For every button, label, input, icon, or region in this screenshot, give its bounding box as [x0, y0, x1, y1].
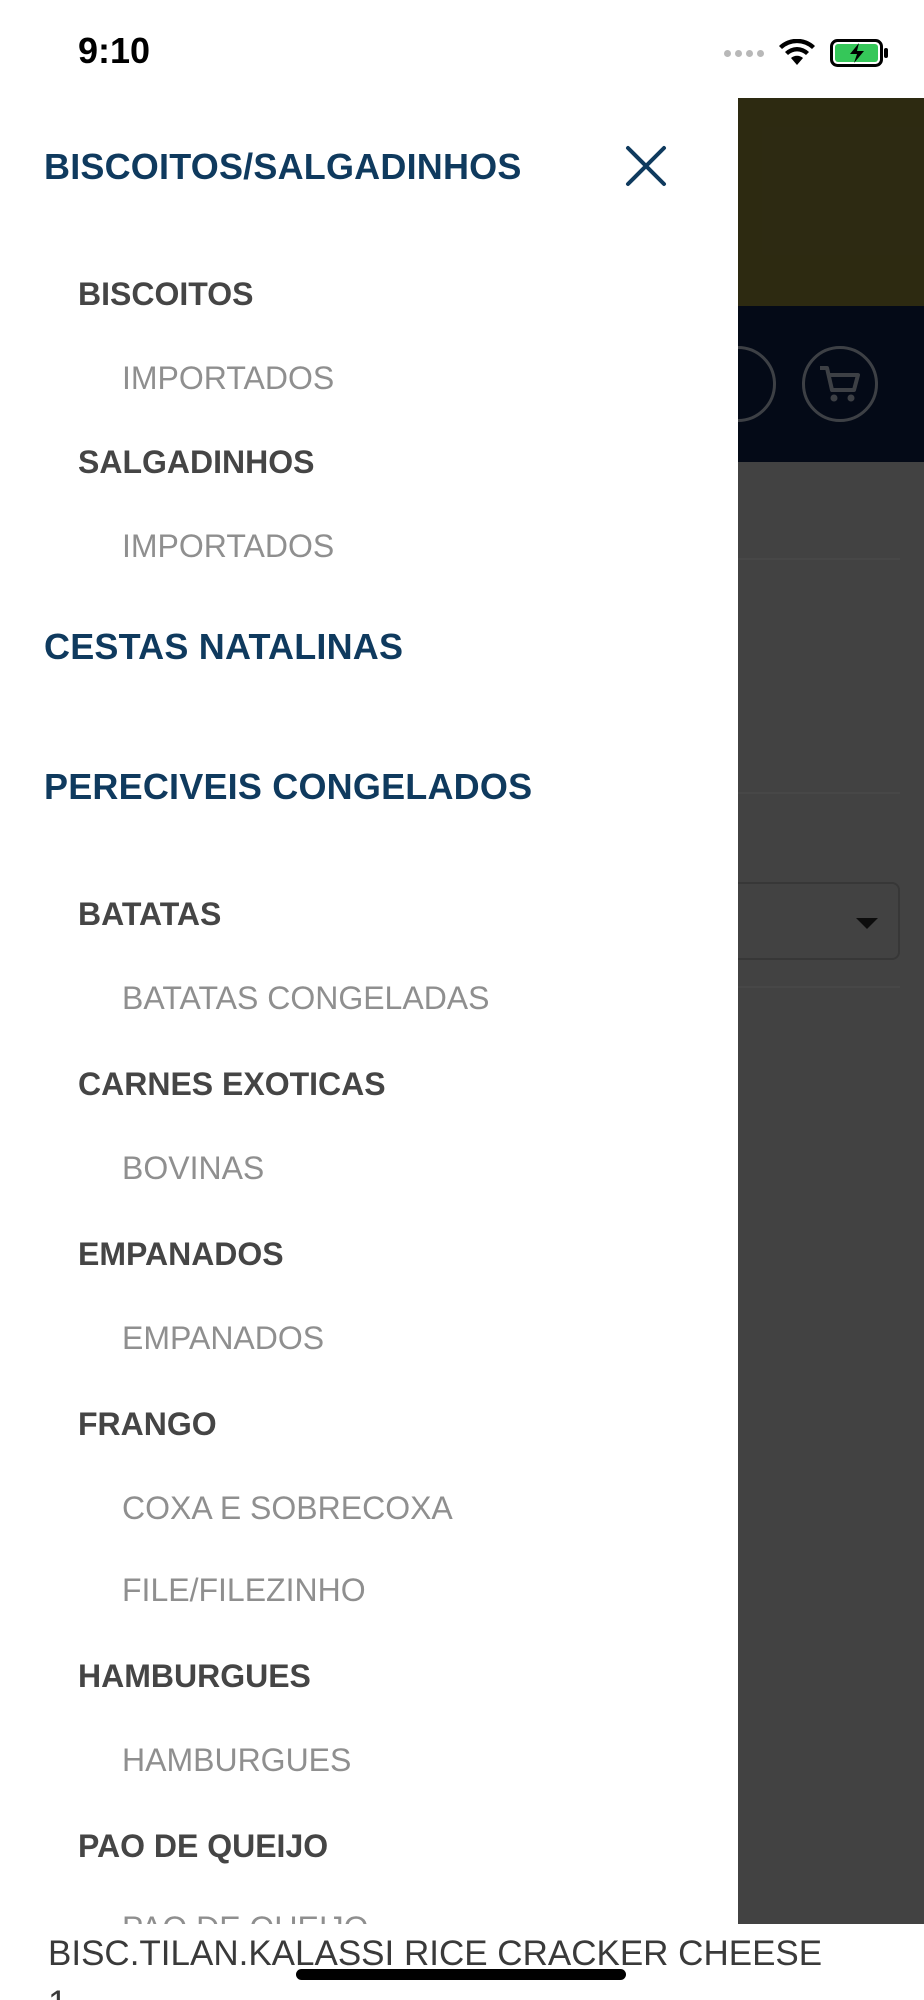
battery-charging-icon	[830, 39, 888, 67]
status-bar: 9:10	[0, 0, 924, 98]
menu-item-empanados[interactable]: EMPANADOS	[122, 1320, 324, 1357]
subcategory-carnes-exoticas[interactable]: CARNES EXOTICAS	[78, 1066, 386, 1103]
home-indicator[interactable]	[296, 1969, 626, 1980]
subcategory-biscoitos[interactable]: BISCOITOS	[78, 276, 253, 313]
bottom-product-strip: BISC.TILAN.KALASSI RICE CRACKER CHEESE 1	[0, 1924, 924, 2000]
menu-item-pao-de-queijo[interactable]: PAO DE QUEIJO	[122, 1910, 369, 1924]
subcategory-hamburgues[interactable]: HAMBURGUES	[78, 1658, 311, 1695]
subcategory-batatas[interactable]: BATATAS	[78, 896, 221, 933]
status-time: 9:10	[78, 30, 151, 71]
menu-item-biscoitos-importados[interactable]: IMPORTADOS	[122, 360, 334, 397]
subcategory-frango[interactable]: FRANGO	[78, 1406, 217, 1443]
subcategory-salgadinhos[interactable]: SALGADINHOS	[78, 444, 314, 481]
product-title: BISC.TILAN.KALASSI RICE CRACKER CHEESE	[48, 1934, 823, 1973]
status-icons	[724, 38, 890, 68]
menu-item-batatas-congeladas[interactable]: BATATAS CONGELADAS	[122, 980, 489, 1017]
category-drawer: BISCOITOS/SALGADINHOS BISCOITOS IMPORTAD…	[0, 98, 738, 1924]
product-title-line2: 1	[48, 1984, 67, 2000]
category-pereciveis-congelados[interactable]: PERECIVEIS CONGELADOS	[44, 766, 532, 808]
menu-item-file-filezinho[interactable]: FILE/FILEZINHO	[122, 1572, 366, 1609]
menu-item-bovinas[interactable]: BOVINAS	[122, 1150, 264, 1187]
menu-item-salgadinhos-importados[interactable]: IMPORTADOS	[122, 528, 334, 565]
close-button[interactable]	[620, 140, 672, 192]
menu-item-coxa-e-sobrecoxa[interactable]: COXA E SOBRECOXA	[122, 1490, 453, 1527]
menu-item-hamburgues[interactable]: HAMBURGUES	[122, 1742, 351, 1779]
cellular-signal-icon	[724, 49, 764, 57]
category-biscoitos-salgadinhos[interactable]: BISCOITOS/SALGADINHOS	[44, 146, 522, 188]
close-icon	[626, 146, 666, 186]
dim-overlay[interactable]	[738, 98, 924, 1924]
subcategory-pao-de-queijo[interactable]: PAO DE QUEIJO	[78, 1828, 328, 1865]
subcategory-empanados[interactable]: EMPANADOS	[78, 1236, 284, 1273]
category-cestas-natalinas[interactable]: CESTAS NATALINAS	[44, 626, 403, 668]
wifi-icon	[779, 39, 815, 65]
